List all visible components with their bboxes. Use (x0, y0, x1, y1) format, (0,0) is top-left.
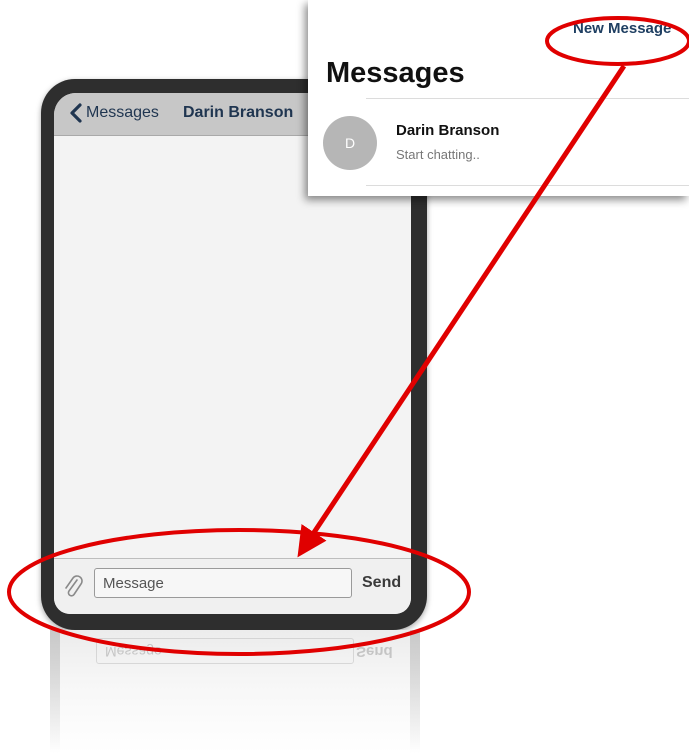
paperclip-icon[interactable] (63, 572, 83, 600)
new-message-button[interactable]: New Message (573, 20, 671, 37)
chevron-left-icon (70, 103, 82, 123)
send-button[interactable]: Send (362, 574, 401, 592)
reflection-input: Message (96, 638, 354, 664)
avatar: D (323, 116, 377, 170)
conversation-list-item[interactable]: D Darin Branson Start chatting.. (308, 101, 689, 183)
message-input-bar: Send (54, 558, 411, 614)
reflection-send: Send (356, 643, 393, 660)
back-button-label: Messages (86, 104, 159, 121)
message-input[interactable] (94, 568, 352, 598)
conversation-preview: Start chatting.. (396, 147, 480, 162)
messages-title: Messages (326, 57, 465, 89)
reflection-content: Message Send (50, 630, 420, 670)
divider (366, 98, 689, 99)
conversation-name: Darin Branson (396, 122, 500, 139)
phone-reflection: Message Send (50, 630, 420, 753)
back-button[interactable]: Messages (68, 103, 159, 123)
conversation-title: Darin Branson (183, 104, 294, 121)
chat-area (54, 136, 411, 554)
divider (366, 185, 689, 186)
messages-list-panel: New Message Messages D Darin Branson Sta… (308, 0, 689, 196)
